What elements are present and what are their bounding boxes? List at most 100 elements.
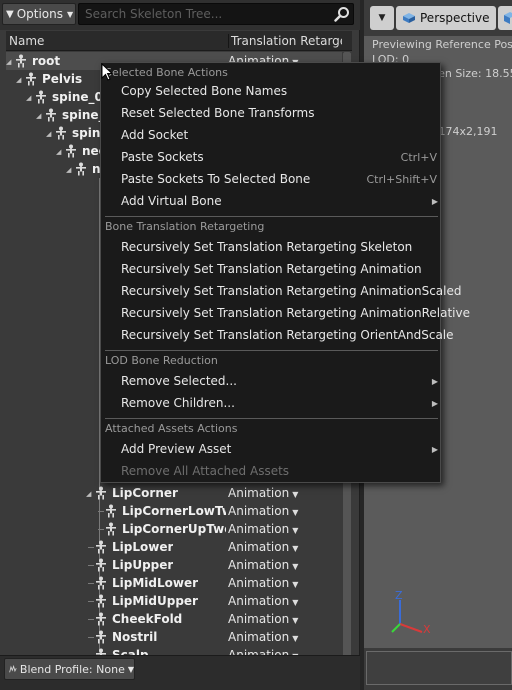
expand-arrow-icon[interactable]: ◢ bbox=[86, 490, 94, 498]
translation-mode-dropdown[interactable]: Animation▼ bbox=[228, 540, 298, 554]
menu-item[interactable]: Recursively Set Translation Retargeting … bbox=[102, 258, 440, 280]
column-translation-header[interactable]: Translation Retargeting bbox=[228, 33, 342, 48]
translation-mode-dropdown[interactable]: Animation▼ bbox=[228, 522, 298, 536]
tree-row[interactable]: LipUpper Animation ▼ bbox=[6, 556, 342, 574]
bone-icon bbox=[94, 630, 108, 644]
timeline-strip[interactable] bbox=[366, 651, 512, 685]
chevron-down-icon: ▼ bbox=[292, 616, 299, 625]
expand-arrow-icon[interactable]: ◢ bbox=[46, 130, 54, 138]
tree-row[interactable]: LipMidUpper Animation ▼ bbox=[6, 592, 342, 610]
bottom-bar: Blend Profile: None ▼ bbox=[0, 655, 360, 690]
translation-mode-dropdown[interactable]: Animation▼ bbox=[228, 594, 298, 608]
menu-item[interactable]: Remove Selected... ▶ bbox=[102, 370, 440, 392]
menu-separator bbox=[105, 216, 438, 217]
translation-mode-dropdown[interactable]: Animation▼ bbox=[228, 576, 298, 590]
perspective-label: Perspective bbox=[420, 11, 490, 25]
menu-item-label: Recursively Set Translation Retargeting … bbox=[121, 328, 454, 342]
chevron-down-icon: ▼ bbox=[292, 634, 299, 643]
menu-item[interactable]: Recursively Set Translation Retargeting … bbox=[102, 302, 470, 324]
bone-name: LipUpper bbox=[112, 558, 174, 572]
tree-row[interactable]: Nostril Animation ▼ bbox=[6, 628, 342, 646]
skeleton-tree-toolbar: ▼ Options ▼ bbox=[0, 0, 360, 30]
bone-name: Pelvis bbox=[42, 72, 83, 86]
menu-item-label: Copy Selected Bone Names bbox=[121, 84, 288, 98]
tree-row[interactable]: ◢ LipCorner Animation ▼ bbox=[6, 484, 342, 502]
menu-item[interactable]: Recursively Set Translation Retargeting … bbox=[102, 324, 454, 346]
bone-name: Nostril bbox=[112, 630, 158, 644]
axis-x-label: X bbox=[423, 623, 431, 636]
translation-mode-dropdown[interactable]: Animation▼ bbox=[228, 486, 298, 500]
menu-item[interactable]: Paste Sockets Ctrl+V bbox=[102, 146, 440, 168]
bone-icon bbox=[94, 540, 108, 554]
translation-mode-dropdown[interactable]: Animation▼ bbox=[228, 630, 298, 644]
search-icon[interactable] bbox=[334, 6, 350, 22]
translation-mode-value: Animation bbox=[228, 630, 290, 644]
options-button[interactable]: ▼ Options ▼ bbox=[2, 3, 76, 25]
menu-item-shortcut: Ctrl+V bbox=[400, 150, 437, 164]
menu-item-label: Paste Sockets bbox=[121, 150, 204, 164]
chevron-down-icon: ▼ bbox=[292, 508, 299, 517]
submenu-arrow-icon: ▶ bbox=[431, 376, 438, 386]
menu-item-label: Recursively Set Translation Retargeting … bbox=[121, 262, 422, 276]
menu-item[interactable]: Remove Children... ▶ bbox=[102, 392, 440, 414]
expand-arrow-icon[interactable]: ◢ bbox=[26, 94, 34, 102]
expand-arrow-icon[interactable]: ◢ bbox=[6, 58, 14, 66]
context-menu: Selected Bone Actions Copy Selected Bone … bbox=[100, 62, 470, 483]
menu-item[interactable]: Add Virtual Bone ▶ bbox=[102, 190, 440, 212]
expand-arrow-icon[interactable]: ◢ bbox=[36, 112, 44, 120]
translation-mode-value: Animation bbox=[228, 522, 290, 536]
blend-profile-icon bbox=[9, 664, 17, 673]
expand-arrow-icon[interactable]: ◢ bbox=[16, 76, 24, 84]
submenu-arrow-icon: ▶ bbox=[431, 196, 438, 206]
bone-icon bbox=[44, 108, 58, 122]
tree-row[interactable]: LipMidLower Animation ▼ bbox=[6, 574, 342, 592]
tree-row[interactable]: LipLower Animation ▼ bbox=[6, 538, 342, 556]
submenu-arrow-icon: ▶ bbox=[431, 444, 438, 454]
view-mode-button[interactable] bbox=[498, 6, 512, 30]
mouse-cursor-icon bbox=[101, 63, 113, 81]
menu-item[interactable]: Copy Selected Bone Names bbox=[102, 80, 440, 102]
tree-row[interactable]: LipCornerUpTweakAnimation▼ bbox=[6, 520, 342, 538]
bone-name: CheekFold bbox=[112, 612, 183, 626]
chevron-down-icon: ▼ bbox=[292, 490, 299, 499]
tree-row[interactable]: CheekFold Animation ▼ bbox=[6, 610, 342, 628]
bone-icon bbox=[74, 162, 88, 176]
translation-mode-dropdown[interactable]: Animation▼ bbox=[228, 558, 298, 572]
submenu-arrow-icon: ▶ bbox=[431, 398, 438, 408]
menu-item-label: Add Socket bbox=[121, 128, 189, 142]
bone-icon bbox=[94, 486, 108, 500]
translation-mode-value: Animation bbox=[228, 558, 290, 572]
chevron-down-icon: ▼ bbox=[292, 580, 299, 589]
tree-row[interactable]: LipCornerLowTweakAnimation▼ bbox=[6, 502, 342, 520]
perspective-button[interactable]: Perspective bbox=[396, 6, 496, 30]
menu-item-label: Remove Selected... bbox=[121, 374, 237, 388]
translation-mode-value: Animation bbox=[228, 576, 290, 590]
column-name-header[interactable]: Name bbox=[6, 34, 228, 48]
search-input[interactable] bbox=[78, 3, 354, 25]
perspective-cube-icon bbox=[403, 13, 415, 23]
menu-item[interactable]: Recursively Set Translation Retargeting … bbox=[102, 236, 440, 258]
expand-arrow-icon[interactable]: ◢ bbox=[56, 148, 64, 156]
blend-profile-button[interactable]: Blend Profile: None ▼ bbox=[4, 658, 135, 680]
menu-item[interactable]: Add Socket bbox=[102, 124, 440, 146]
viewport-options-dropdown[interactable]: ▼ bbox=[370, 6, 394, 30]
chevron-down-icon: ▼ bbox=[292, 598, 299, 607]
bone-icon bbox=[94, 612, 108, 626]
menu-item[interactable]: Add Preview Asset ▶ bbox=[102, 438, 440, 460]
axis-z-label: Z bbox=[395, 589, 403, 602]
expand-arrow-icon[interactable]: ◢ bbox=[66, 166, 74, 174]
menu-item[interactable]: Recursively Set Translation Retargeting … bbox=[102, 280, 461, 302]
bone-icon bbox=[24, 72, 38, 86]
translation-mode-dropdown[interactable]: Animation▼ bbox=[228, 504, 298, 518]
bone-icon bbox=[14, 54, 28, 68]
bone-icon bbox=[64, 144, 78, 158]
translation-mode-dropdown[interactable]: Animation▼ bbox=[228, 612, 298, 626]
menu-item[interactable]: Reset Selected Bone Transforms bbox=[102, 102, 440, 124]
bone-name: LipCorner bbox=[112, 486, 178, 500]
bone-name: LipMidLower bbox=[112, 576, 199, 590]
bone-name: LipCornerUpTweak bbox=[122, 522, 226, 536]
bone-name: root bbox=[32, 54, 61, 68]
menu-item[interactable]: Paste Sockets To Selected Bone Ctrl+Shift… bbox=[102, 168, 440, 190]
translation-mode-value: Animation bbox=[228, 540, 290, 554]
view-mode-icon bbox=[504, 12, 512, 24]
